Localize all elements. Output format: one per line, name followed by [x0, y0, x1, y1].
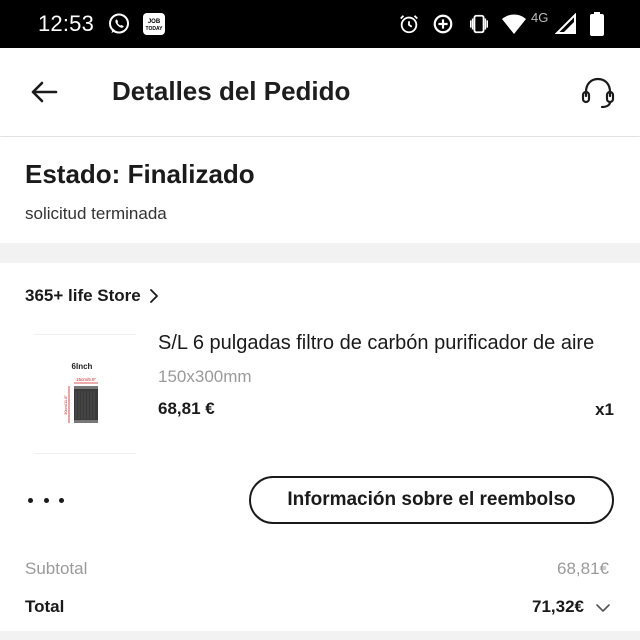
chevron-right-icon [149, 289, 159, 303]
signal-icon [553, 11, 579, 37]
whatsapp-icon [106, 11, 132, 37]
product-image-label: 6Inch [72, 362, 93, 371]
subtotal-value: 68,81€ [557, 559, 609, 578]
job-today-icon: JOB TODAY [141, 11, 167, 37]
order-status-subtitle: solicitud terminada [25, 204, 167, 223]
store-link[interactable]: 365+ life Store [25, 284, 159, 308]
product-image-dim-side: 30cm/11.8" [63, 395, 68, 415]
page-title: Detalles del Pedido [112, 76, 351, 106]
more-dots-icon [28, 497, 33, 503]
app-header: Detalles del Pedido [0, 48, 640, 136]
refund-info-button[interactable]: Información sobre el reembolso [249, 476, 614, 524]
more-dots-icon-dot [59, 497, 64, 503]
store-name: 365+ life Store [25, 286, 141, 305]
more-options-button[interactable] [28, 488, 64, 512]
network-type-label: 4G [531, 10, 549, 25]
order-status-title: Estado: Finalizado [25, 159, 255, 189]
total-value: 71,32€ [532, 597, 584, 616]
headset-icon [580, 76, 616, 110]
status-bar: 12:53 JOB TODAY 4G [0, 0, 640, 48]
chevron-down-icon[interactable] [595, 601, 611, 615]
svg-text:TODAY: TODAY [146, 26, 164, 32]
battery-icon [588, 11, 606, 37]
refund-info-label: Información sobre el reembolso [287, 489, 576, 510]
alarm-icon [397, 11, 421, 37]
more-dots-icon-dot [43, 497, 49, 503]
arrow-left-icon [30, 80, 58, 104]
product-variant: 150x300mm [158, 367, 252, 386]
product-price: 68,81 € [158, 399, 215, 418]
status-time: 12:53 [38, 11, 95, 36]
subtotal-label: Subtotal [25, 559, 88, 578]
vibrate-icon [466, 11, 492, 37]
product-name[interactable]: S/L 6 pulgadas filtro de carbón purifica… [158, 332, 616, 355]
svg-text:JOB: JOB [148, 19, 161, 25]
total-label: Total [25, 597, 65, 616]
data-saver-icon [431, 11, 455, 37]
product-quantity: x1 [595, 400, 614, 419]
product-image[interactable]: 6Inch 15cm/5.9" 30cm/11.8" [34, 334, 136, 454]
product-image-dim-top: 15cm/5.9" [76, 377, 97, 382]
wifi-icon [500, 11, 528, 37]
back-button[interactable] [24, 72, 64, 112]
order-status-section: Estado: Finalizado solicitud terminada [0, 137, 640, 243]
support-button[interactable] [576, 72, 620, 114]
order-card: 365+ life Store 6Inch 15cm/5.9" 30cm/11.… [0, 263, 640, 631]
